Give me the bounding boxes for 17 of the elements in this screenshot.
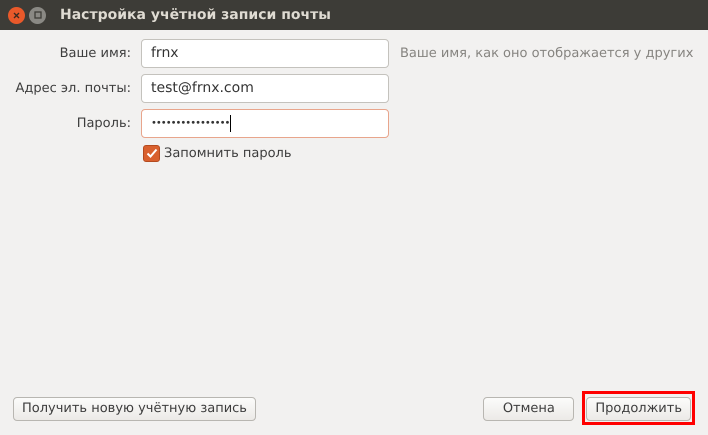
hint-text: Ваше имя, как оно отображается у других bbox=[400, 44, 694, 63]
input-field[interactable]: •••••••••••••••• bbox=[141, 109, 389, 138]
input-field[interactable]: frnx bbox=[141, 39, 389, 68]
dialog-button[interactable]: Отмена bbox=[483, 397, 574, 421]
maximize-icon bbox=[34, 11, 42, 19]
field-label: Адрес эл. почты: bbox=[14, 80, 131, 98]
dialog-button[interactable]: Получить новую учётную запись bbox=[13, 397, 256, 421]
close-button[interactable] bbox=[8, 6, 25, 24]
input-field[interactable]: test@frnx.com bbox=[141, 74, 389, 103]
close-icon bbox=[13, 12, 20, 18]
remember-password-label: Запомнить пароль bbox=[164, 145, 292, 163]
field-label: Пароль: bbox=[76, 114, 131, 133]
window-title: Настройка учётной записи почты bbox=[60, 6, 331, 24]
dialog-button[interactable]: Продолжить bbox=[586, 397, 691, 421]
maximize-button[interactable] bbox=[29, 6, 46, 24]
remember-checkbox[interactable] bbox=[143, 145, 160, 162]
field-label: Ваше имя: bbox=[58, 44, 131, 63]
